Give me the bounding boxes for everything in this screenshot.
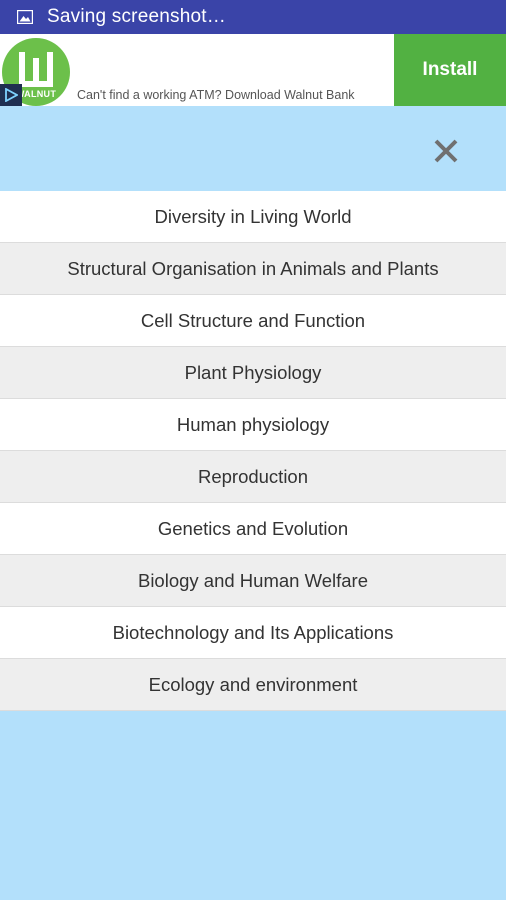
status-text: Saving screenshot… — [47, 6, 226, 27]
ad-choices-icon[interactable] — [0, 84, 22, 106]
ad-banner[interactable]: WALNUT Can't find a working ATM? Downloa… — [0, 34, 506, 106]
chapter-item-biotechnology[interactable]: Biotechnology and Its Applications — [0, 607, 506, 659]
ad-text[interactable]: Can't find a working ATM? Download Walnu… — [77, 88, 355, 102]
header — [0, 106, 506, 191]
chapter-item-ecology-and-environment[interactable]: Ecology and environment — [0, 659, 506, 711]
chapter-item-human-physiology[interactable]: Human physiology — [0, 399, 506, 451]
chapter-item-structural-organisation[interactable]: Structural Organisation in Animals and P… — [0, 243, 506, 295]
chapter-item-diversity-in-living-world[interactable]: Diversity in Living World — [0, 191, 506, 243]
chapter-item-cell-structure-and-function[interactable]: Cell Structure and Function — [0, 295, 506, 347]
close-button[interactable] — [428, 133, 464, 169]
chapter-item-biology-and-human-welfare[interactable]: Biology and Human Welfare — [0, 555, 506, 607]
image-icon — [17, 10, 33, 24]
close-icon — [434, 139, 458, 163]
chapter-item-genetics-and-evolution[interactable]: Genetics and Evolution — [0, 503, 506, 555]
chapter-item-plant-physiology[interactable]: Plant Physiology — [0, 347, 506, 399]
chapter-item-reproduction[interactable]: Reproduction — [0, 451, 506, 503]
chapter-list: Diversity in Living World Structural Org… — [0, 191, 506, 711]
install-button[interactable]: Install — [394, 34, 506, 106]
status-bar: Saving screenshot… — [0, 0, 506, 34]
